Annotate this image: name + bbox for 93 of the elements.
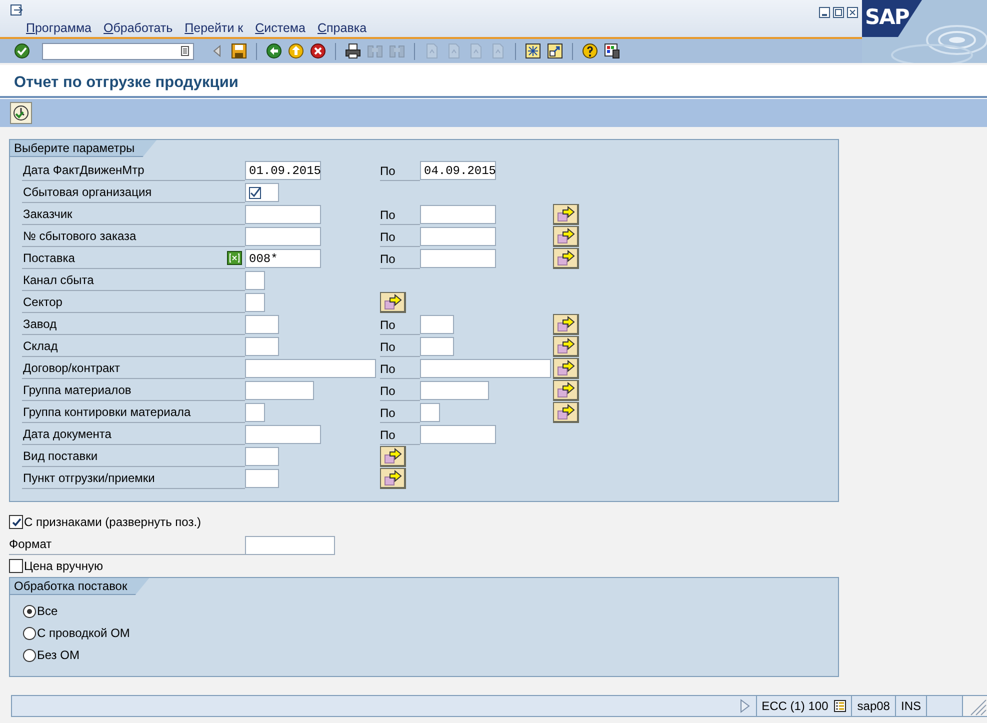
- multiple-selection-button[interactable]: [380, 292, 406, 313]
- shortcut-icon[interactable]: [547, 43, 563, 59]
- resize-grip-icon[interactable]: [962, 696, 987, 716]
- checkbox-label: С признаками (развернуть поз.): [24, 515, 202, 529]
- input-field[interactable]: [245, 447, 279, 466]
- input-field[interactable]: [420, 249, 496, 268]
- cancel-icon[interactable]: [310, 43, 326, 59]
- input-field[interactable]: [245, 536, 335, 555]
- field-label: Поставка: [23, 251, 75, 265]
- checkbox[interactable]: [9, 515, 23, 529]
- field-label: Заказчик: [23, 207, 72, 221]
- input-field[interactable]: [245, 359, 376, 378]
- multiple-selection-button[interactable]: [553, 226, 579, 246]
- input-field[interactable]: [245, 205, 321, 224]
- multiple-selection-button[interactable]: [380, 468, 406, 489]
- maximize-icon[interactable]: [833, 6, 844, 18]
- menu-item[interactable]: Система: [255, 21, 306, 35]
- field-label: Склад: [23, 339, 58, 353]
- input-field[interactable]: [420, 227, 496, 246]
- input-field[interactable]: [420, 359, 551, 378]
- field-label: Формат: [9, 534, 245, 555]
- menu-icon[interactable]: [10, 4, 24, 16]
- field-label: Канал сбыта: [23, 273, 94, 287]
- field-label: Дата документа: [23, 427, 112, 441]
- radio-label: С проводкой ОМ: [37, 626, 130, 640]
- multiple-selection-button[interactable]: [553, 204, 579, 224]
- multiple-selection-button[interactable]: [553, 248, 579, 268]
- command-field[interactable]: [42, 42, 194, 60]
- field-label: Завод: [23, 317, 57, 331]
- server-name: sap08: [857, 699, 890, 713]
- field-label: Вид поставки: [23, 449, 98, 463]
- input-field[interactable]: [420, 315, 454, 334]
- input-field[interactable]: [245, 425, 321, 444]
- input-field[interactable]: [420, 337, 454, 356]
- checkbox[interactable]: [9, 559, 23, 573]
- input-field[interactable]: [420, 381, 489, 400]
- list-icon[interactable]: [834, 700, 846, 712]
- layout-icon[interactable]: [604, 43, 620, 59]
- radio-label: Без ОМ: [37, 648, 80, 662]
- multiple-selection-button[interactable]: [553, 380, 579, 400]
- checkbox-field[interactable]: [245, 183, 279, 202]
- menu-item[interactable]: Обработать: [104, 21, 173, 35]
- input-field[interactable]: [420, 425, 496, 444]
- multiple-selection-button[interactable]: [553, 336, 579, 356]
- group-title: Обработка поставок: [10, 578, 150, 595]
- screen-title: Отчет по отгрузке продукции: [0, 65, 987, 98]
- input-field[interactable]: [245, 315, 279, 334]
- input-field[interactable]: [245, 381, 314, 400]
- field-label: Пункт отгрузки/приемки: [23, 471, 155, 485]
- multiple-selection-button[interactable]: [553, 402, 579, 422]
- save-icon[interactable]: [231, 43, 247, 59]
- multiple-selection-button[interactable]: [553, 314, 579, 334]
- field-label: Группа контировки материала: [23, 405, 191, 419]
- radio-button[interactable]: [23, 648, 36, 662]
- input-field[interactable]: [245, 469, 279, 488]
- menu-item[interactable]: Программа: [26, 21, 92, 35]
- radio-button[interactable]: [23, 626, 36, 640]
- system-info: ECC (1) 100: [762, 699, 828, 713]
- multiple-selection-button[interactable]: [553, 358, 579, 378]
- check-icon[interactable]: [14, 43, 30, 59]
- menu-item[interactable]: Перейти к: [184, 21, 244, 35]
- input-field[interactable]: [245, 293, 265, 312]
- field-label: Сбытовая организация: [23, 185, 152, 199]
- field-label: Договор/контракт: [23, 361, 120, 375]
- print-icon[interactable]: [345, 43, 361, 59]
- input-field[interactable]: [245, 227, 321, 246]
- input-field[interactable]: [245, 403, 265, 422]
- multiple-selection-button[interactable]: [380, 446, 406, 467]
- input-field[interactable]: [420, 403, 440, 422]
- field-label: № сбытового заказа: [23, 229, 136, 243]
- radio-button[interactable]: [23, 604, 36, 618]
- new-window-icon[interactable]: [525, 43, 541, 59]
- input-field[interactable]: 008*: [245, 249, 321, 268]
- input-field[interactable]: 04.09.2015: [420, 161, 496, 180]
- checkbox-label: Цена вручную: [24, 559, 103, 573]
- group-title: Выберите параметры: [10, 140, 157, 157]
- menu-item[interactable]: Справка: [317, 21, 367, 35]
- input-field[interactable]: [245, 271, 265, 290]
- execute-button[interactable]: [10, 102, 32, 124]
- insert-mode: INS: [900, 699, 921, 713]
- help-icon[interactable]: [582, 43, 598, 59]
- back-icon[interactable]: [266, 43, 282, 59]
- field-label: Сектор: [23, 295, 62, 309]
- input-field[interactable]: 01.09.2015: [245, 161, 321, 180]
- radio-label: Все: [37, 604, 58, 618]
- field-label: Дата ФактДвиженМтр: [23, 163, 144, 177]
- input-field[interactable]: [420, 205, 496, 224]
- list-icon[interactable]: [181, 46, 189, 56]
- field-label: Группа материалов: [23, 383, 132, 397]
- close-icon[interactable]: [847, 6, 858, 18]
- minimize-icon[interactable]: [819, 6, 830, 18]
- input-field[interactable]: [245, 337, 279, 356]
- play-icon[interactable]: [740, 699, 750, 713]
